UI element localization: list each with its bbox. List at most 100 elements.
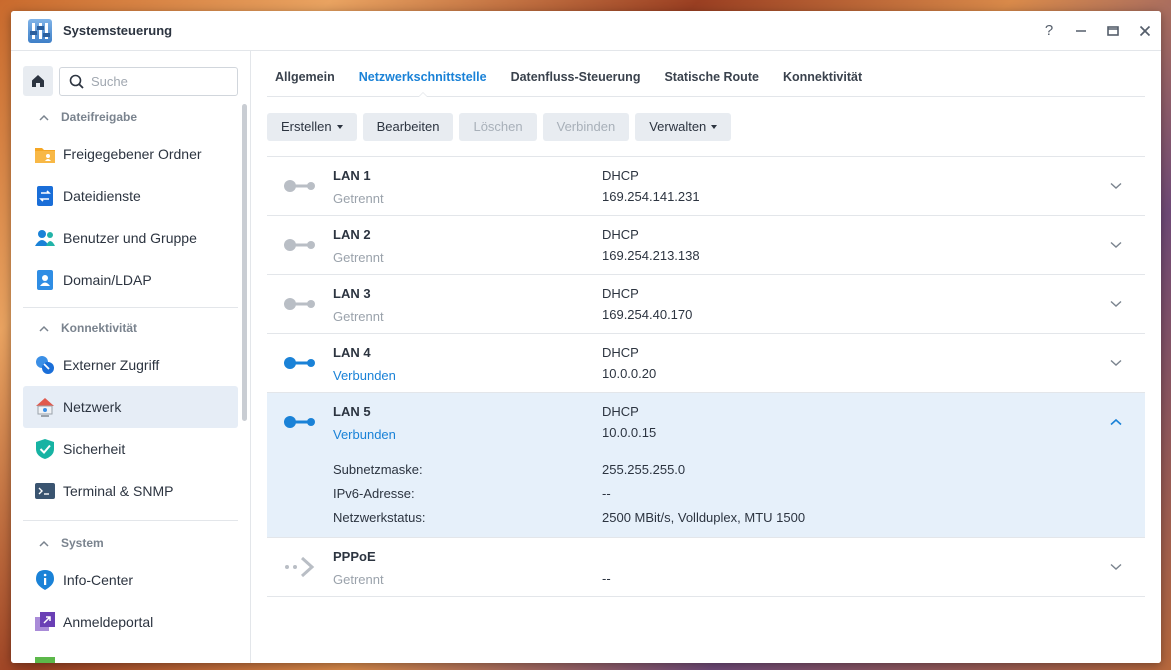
- expand-button[interactable]: [1107, 236, 1125, 254]
- nav-label: Terminal & SNMP: [63, 483, 174, 499]
- search-input[interactable]: [91, 73, 231, 89]
- connected-plug-icon: [284, 357, 315, 369]
- search-icon: [69, 74, 84, 89]
- interface-name: LAN 3: [333, 286, 371, 301]
- interface-row-lan5[interactable]: LAN 5 Verbunden DHCP 10.0.0.15 Subnetzmask…: [267, 393, 1145, 538]
- netstatus-value: 2500 MBit/s, Vollduplex, MTU 1500: [602, 509, 806, 525]
- interface-row-pppoe[interactable]: PPPoE Getrennt --: [267, 538, 1145, 597]
- interface-mode: DHCP: [602, 345, 639, 360]
- sidebar-item-terminal[interactable]: Terminal & SNMP: [23, 470, 238, 512]
- interface-ip: 169.254.141.231: [602, 189, 700, 204]
- tab-bar: Allgemein Netzwerkschnittstelle Datenflu…: [267, 51, 1145, 97]
- chevron-down-icon: [1110, 563, 1122, 570]
- sidebar-item-info-center[interactable]: Info-Center: [23, 559, 238, 601]
- nav-label: Sicherheit: [63, 441, 126, 457]
- interface-status: Getrennt: [333, 191, 384, 206]
- sidebar-item-login-portal[interactable]: Anmeldeportal: [23, 601, 238, 643]
- ipv6-label: IPv6-Adresse:: [333, 485, 415, 501]
- manage-button[interactable]: Verwalten: [635, 112, 732, 141]
- users-icon: [35, 228, 55, 248]
- interface-row-lan1[interactable]: LAN 1 Getrennt DHCP 169.254.141.231: [267, 157, 1145, 216]
- minimize-button[interactable]: [1065, 15, 1097, 47]
- group-label: System: [61, 536, 104, 550]
- delete-button[interactable]: Löschen: [459, 112, 537, 141]
- edit-button[interactable]: Bearbeiten: [362, 112, 454, 141]
- disconnected-plug-icon: [284, 180, 315, 192]
- network-house-icon: [35, 397, 55, 417]
- group-header-dateifreigabe[interactable]: Dateifreigabe: [23, 105, 238, 129]
- divider: [23, 307, 238, 308]
- interface-mode: DHCP: [602, 227, 639, 242]
- chevron-up-icon: [39, 540, 49, 547]
- expand-button[interactable]: [1107, 295, 1125, 313]
- disconnected-plug-icon: [284, 298, 315, 310]
- nav-label: Netzwerk: [63, 399, 122, 415]
- minimize-icon: [1076, 29, 1086, 32]
- maximize-icon: [1107, 25, 1119, 36]
- interface-name: PPPoE: [333, 549, 376, 564]
- ipv6-value: --: [602, 485, 611, 501]
- window-title: Systemsteuerung: [63, 23, 173, 38]
- interface-name: LAN 1: [333, 168, 371, 183]
- expand-button[interactable]: [1107, 177, 1125, 195]
- home-button[interactable]: [23, 66, 53, 96]
- tab-netzwerkschnittstelle[interactable]: Netzwerkschnittstelle: [359, 70, 487, 97]
- tab-datenfluss-steuerung[interactable]: Datenfluss-Steuerung: [511, 70, 641, 96]
- chevron-up-icon: [39, 114, 49, 121]
- sidebar-item-shared-folder[interactable]: Freigegebener Ordner: [23, 133, 238, 175]
- expand-button[interactable]: [1107, 354, 1125, 372]
- chevron-down-icon: [1110, 300, 1122, 307]
- external-access-icon: [35, 355, 55, 375]
- caret-down-icon: [336, 124, 343, 129]
- sidebar-item-network[interactable]: Netzwerk: [23, 386, 238, 428]
- help-button[interactable]: ?: [1033, 15, 1065, 47]
- nav-label: Externer Zugriff: [63, 357, 160, 373]
- sidebar-item-domain[interactable]: Domain/LDAP: [23, 259, 238, 301]
- search-field[interactable]: [59, 66, 238, 96]
- sidebar-item-users[interactable]: Benutzer und Gruppe: [23, 217, 238, 259]
- title-bar[interactable]: Systemsteuerung ?: [11, 11, 1161, 51]
- subnet-value: 255.255.255.0: [602, 461, 686, 477]
- disconnected-plug-icon: [284, 239, 315, 251]
- interface-ip: 10.0.0.15: [602, 425, 657, 440]
- info-icon: [35, 570, 55, 590]
- interface-ip: 169.254.213.138: [602, 248, 700, 263]
- interface-name: LAN 4: [333, 345, 371, 360]
- file-services-icon: [35, 186, 55, 206]
- chevron-up-icon: [39, 325, 49, 332]
- collapse-button[interactable]: [1107, 413, 1125, 431]
- sidebar: Dateifreigabe Freigegebener Ordner Datei…: [11, 51, 251, 663]
- interface-ip: 169.254.40.170: [602, 307, 693, 322]
- interface-row-lan4[interactable]: LAN 4 Verbunden DHCP 10.0.0.20: [267, 334, 1145, 393]
- interface-row-lan2[interactable]: LAN 2 Getrennt DHCP 169.254.213.138: [267, 216, 1145, 275]
- connect-button[interactable]: Verbinden: [542, 112, 630, 141]
- home-icon: [32, 75, 44, 87]
- sidebar-item-file-services[interactable]: Dateidienste: [23, 175, 238, 217]
- interface-status: Getrennt: [333, 309, 384, 324]
- toolbar: Erstellen Bearbeiten Löschen Verbinden V…: [267, 97, 1145, 157]
- tab-allgemein[interactable]: Allgemein: [275, 70, 335, 96]
- caret-down-icon: [711, 124, 718, 129]
- group-header-konnektivitaet[interactable]: Konnektivität: [23, 316, 238, 340]
- nav-label: Info-Center: [63, 572, 134, 588]
- chevron-down-icon: [1110, 359, 1122, 366]
- terminal-icon: [35, 481, 55, 501]
- interface-row-lan3[interactable]: LAN 3 Getrennt DHCP 169.254.40.170: [267, 275, 1145, 334]
- tab-konnektivitaet[interactable]: Konnektivität: [783, 70, 862, 96]
- sidebar-item-security[interactable]: Sicherheit: [23, 428, 238, 470]
- interface-mode: DHCP: [602, 404, 639, 419]
- security-shield-icon: [35, 439, 55, 459]
- domain-icon: [35, 270, 55, 290]
- tab-statische-route[interactable]: Statische Route: [664, 70, 758, 96]
- interface-name: LAN 2: [333, 227, 371, 242]
- maximize-button[interactable]: [1097, 15, 1129, 47]
- group-label: Konnektivität: [61, 321, 138, 335]
- create-button[interactable]: Erstellen: [267, 112, 357, 141]
- sidebar-item-external-access[interactable]: Externer Zugriff: [23, 344, 238, 386]
- group-header-system[interactable]: System: [23, 531, 238, 555]
- sidebar-item-partial[interactable]: [23, 643, 238, 663]
- close-button[interactable]: [1129, 15, 1161, 47]
- netstatus-label: Netzwerkstatus:: [333, 509, 426, 525]
- interface-status: Getrennt: [333, 572, 384, 587]
- expand-button[interactable]: [1107, 558, 1125, 576]
